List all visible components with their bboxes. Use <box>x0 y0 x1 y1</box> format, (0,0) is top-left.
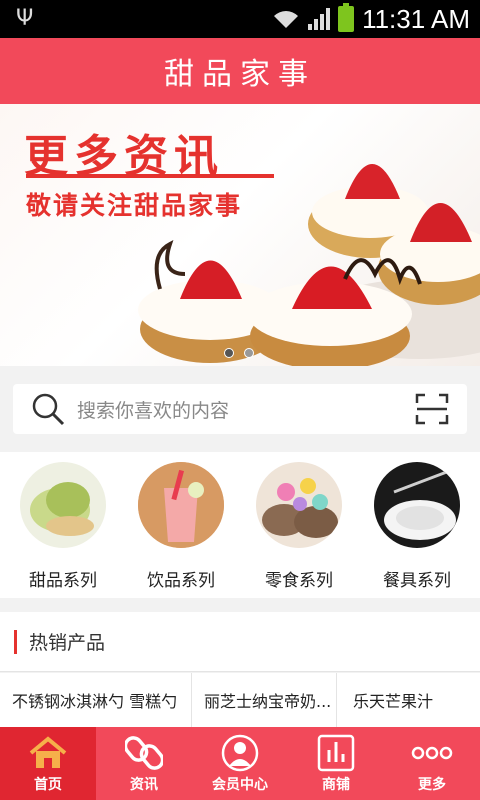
tab-more[interactable]: 更多 <box>384 727 480 800</box>
usb-icon: Ψ <box>16 6 34 31</box>
search-input[interactable]: 搜索你喜欢的内容 <box>77 396 415 423</box>
macaron-image <box>20 462 106 548</box>
tab-label: 更多 <box>418 776 446 793</box>
product-name: 丽芝士纳宝帝奶... <box>204 692 332 711</box>
chart-icon <box>315 734 357 772</box>
bottom-tab-bar: 首页 资讯 会员中心 商铺 更多 <box>0 727 480 800</box>
product-item[interactable]: 不锈钢冰淇淋勺 雪糕勺 <box>0 673 192 727</box>
tableware-image <box>374 462 460 548</box>
user-icon <box>219 734 261 772</box>
tab-news[interactable]: 资讯 <box>96 727 192 800</box>
carousel-dot[interactable] <box>244 348 254 358</box>
tab-label: 首页 <box>34 776 62 793</box>
scan-icon[interactable] <box>415 393 449 425</box>
category-label: 餐具系列 <box>383 571 451 591</box>
more-icon <box>411 734 453 772</box>
banner-carousel[interactable]: 更多资讯 敬请关注甜品家事 <box>0 104 480 366</box>
tab-member-center[interactable]: 会员中心 <box>192 727 288 800</box>
carousel-dot[interactable] <box>224 348 234 358</box>
category-item-snacks[interactable]: 零食系列 <box>244 452 354 598</box>
tab-label: 资讯 <box>130 776 158 793</box>
category-item-desserts[interactable]: 甜品系列 <box>8 452 118 598</box>
home-icon <box>27 734 69 772</box>
signal-icon <box>308 8 331 30</box>
battery-icon <box>338 3 355 32</box>
snack-image <box>256 462 342 548</box>
product-item[interactable]: 乐天芒果汁 <box>337 673 480 727</box>
tab-label: 商铺 <box>322 776 350 793</box>
link-icon <box>123 734 165 772</box>
search-icon[interactable] <box>31 392 65 426</box>
category-label: 零食系列 <box>265 571 333 591</box>
app-header: 甜品家事 <box>0 38 480 104</box>
tab-shop[interactable]: 商铺 <box>288 727 384 800</box>
category-item-drinks[interactable]: 饮品系列 <box>126 452 236 598</box>
search-section: 搜索你喜欢的内容 <box>0 366 480 452</box>
category-item-tableware[interactable]: 餐具系列 <box>362 452 472 598</box>
category-label: 甜品系列 <box>29 571 97 591</box>
tab-home[interactable]: 首页 <box>0 727 96 800</box>
category-list: 甜品系列 饮品系列 零食系列 餐具系列 <box>0 452 480 598</box>
status-bar: Ψ 11:31 AM <box>0 0 480 38</box>
wifi-icon <box>272 8 300 30</box>
clock: 11:31 AM <box>362 3 470 34</box>
carousel-indicator <box>224 348 254 358</box>
tab-label: 会员中心 <box>212 776 268 793</box>
page-title: 甜品家事 <box>164 57 316 92</box>
banner-subline: 敬请关注甜品家事 <box>26 191 243 220</box>
hot-products-header: 热销产品 <box>0 612 480 672</box>
section-marker <box>14 629 17 654</box>
product-list: 不锈钢冰淇淋勺 雪糕勺 丽芝士纳宝帝奶... 乐天芒果汁 <box>0 673 480 727</box>
section-title: 热销产品 <box>29 632 106 654</box>
drink-image <box>138 462 224 548</box>
product-name: 乐天芒果汁 <box>353 692 434 711</box>
product-item[interactable]: 丽芝士纳宝帝奶... <box>192 673 337 727</box>
category-label: 饮品系列 <box>147 571 215 591</box>
banner-divider <box>26 174 274 178</box>
search-bar[interactable]: 搜索你喜欢的内容 <box>13 384 467 434</box>
product-name: 不锈钢冰淇淋勺 雪糕勺 <box>12 692 178 711</box>
